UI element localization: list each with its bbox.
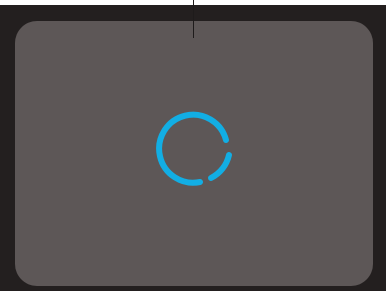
loading-spinner-icon — [156, 111, 232, 186]
spinner-tail-arc — [208, 152, 232, 181]
pointer-line — [193, 0, 194, 38]
